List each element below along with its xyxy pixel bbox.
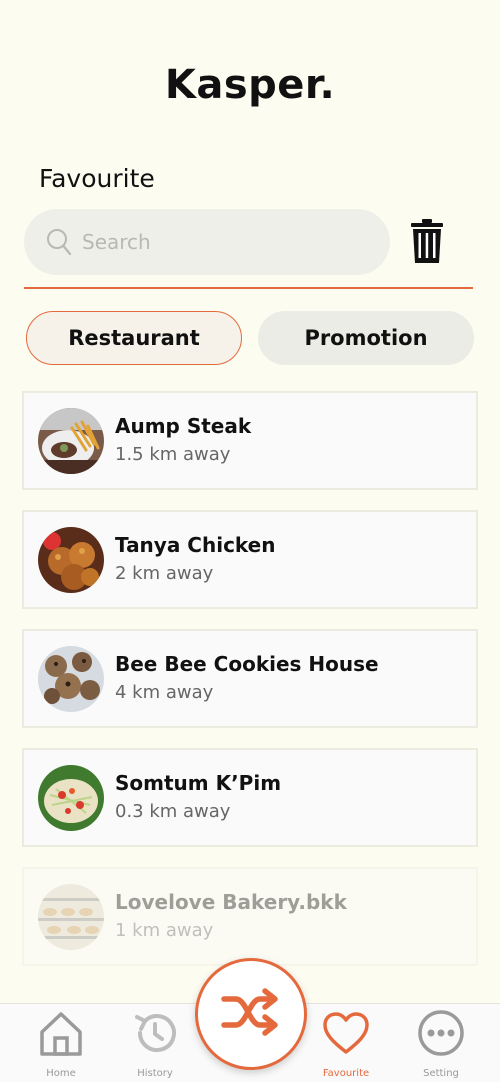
history-icon: [130, 1008, 180, 1058]
list-item[interactable]: Aump Steak 1.5 km away: [22, 391, 478, 490]
heart-icon: [321, 1008, 371, 1058]
list-item[interactable]: Tanya Chicken 2 km away: [22, 510, 478, 609]
nav-home[interactable]: Home: [21, 1004, 101, 1080]
fried-chicken-photo: [38, 526, 104, 593]
trash-icon[interactable]: [406, 217, 448, 265]
more-icon: [416, 1008, 466, 1058]
list-item[interactable]: Lovelove Bakery.bkk 1 km away: [22, 867, 478, 966]
steak-fries-photo: [38, 407, 104, 474]
app-title: Kasper.: [164, 62, 336, 108]
restaurant-distance: 1.5 km away: [115, 443, 231, 465]
nav-label: Favourite: [322, 1068, 370, 1079]
shuffle-icon: [220, 987, 282, 1041]
restaurant-distance: 4 km away: [115, 681, 214, 703]
page-title: Favourite: [39, 164, 155, 193]
shuffle-button[interactable]: [195, 958, 307, 1070]
papaya-salad-photo: [38, 764, 104, 831]
tab-restaurant[interactable]: Restaurant: [26, 311, 242, 365]
restaurant-name: Aump Steak: [115, 413, 252, 438]
search-icon: [46, 227, 72, 257]
restaurant-name: Lovelove Bakery.bkk: [115, 889, 347, 914]
cookies-photo: [38, 645, 104, 712]
restaurant-name: Somtum K’Pim: [115, 770, 282, 795]
nav-setting[interactable]: Setting: [401, 1004, 481, 1080]
home-icon: [36, 1008, 86, 1058]
nav-history[interactable]: History: [115, 1004, 195, 1080]
restaurant-distance: 1 km away: [115, 919, 214, 941]
search-bar[interactable]: [24, 209, 390, 275]
list-item[interactable]: Bee Bee Cookies House 4 km away: [22, 629, 478, 728]
nav-label: Home: [46, 1068, 76, 1079]
search-input[interactable]: [82, 230, 362, 254]
divider: [24, 287, 473, 289]
restaurant-name: Tanya Chicken: [115, 532, 276, 557]
restaurant-name: Bee Bee Cookies House: [115, 651, 379, 676]
restaurant-distance: 2 km away: [115, 562, 214, 584]
nav-favourite[interactable]: Favourite: [306, 1004, 386, 1080]
restaurant-distance: 0.3 km away: [115, 800, 231, 822]
bakery-photo: [38, 883, 104, 950]
list-item[interactable]: Somtum K’Pim 0.3 km away: [22, 748, 478, 847]
nav-label: History: [137, 1068, 173, 1079]
nav-label: Setting: [423, 1068, 459, 1079]
tab-promotion[interactable]: Promotion: [258, 311, 474, 365]
